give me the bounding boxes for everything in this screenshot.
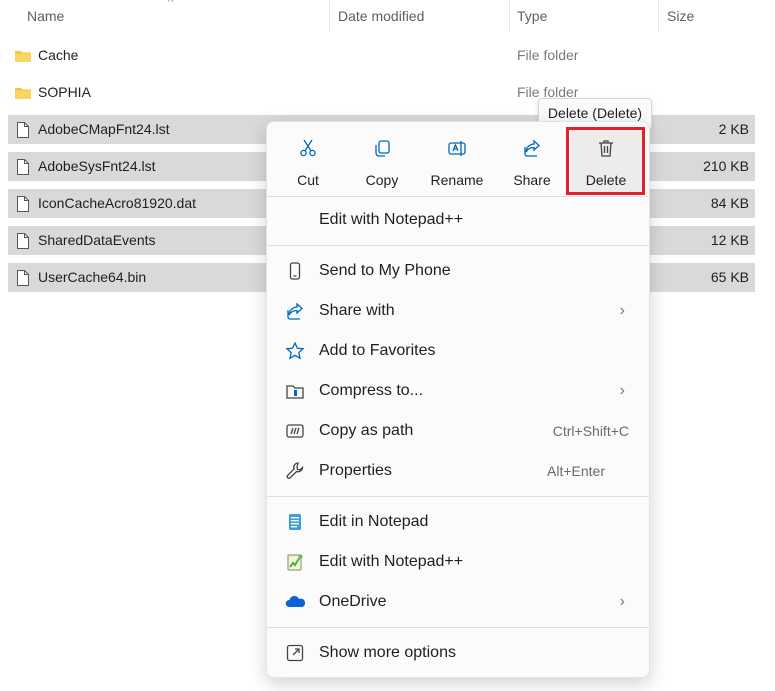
menu-item-share-with[interactable]: Share with › <box>273 292 643 330</box>
menu-item-send-to-phone[interactable]: Send to My Phone <box>273 252 643 290</box>
file-type: File folder <box>517 47 579 63</box>
menu-item-compress[interactable]: Compress to... › <box>273 372 643 410</box>
file-name: AdobeCMapFnt24.lst <box>38 121 170 137</box>
file-size: 2 KB <box>718 121 749 137</box>
delete-button[interactable]: Delete <box>570 128 642 194</box>
share-with-icon <box>287 302 303 320</box>
file-icon <box>14 232 32 250</box>
file-row[interactable]: Cache File folder <box>8 41 755 70</box>
column-divider[interactable] <box>658 0 659 32</box>
folder-icon <box>14 84 32 102</box>
copy-path-icon <box>286 424 304 438</box>
file-size: 210 KB <box>703 158 749 174</box>
menu-item-copy-as-path[interactable]: Copy as path Ctrl+Shift+C <box>273 412 643 450</box>
menu-item-label: Edit in Notepad <box>319 513 429 530</box>
chevron-right-icon: › <box>619 302 625 319</box>
menu-item-onedrive[interactable]: OneDrive › <box>273 583 643 621</box>
menu-item-shortcut: Alt+Enter <box>547 463 605 479</box>
file-name: Cache <box>38 47 79 63</box>
menu-item-edit-notepad[interactable]: Edit in Notepad <box>273 503 643 541</box>
share-button[interactable]: Share <box>496 128 568 194</box>
menu-item-label: Edit with Notepad++ <box>319 553 464 570</box>
menu-item-shortcut: Ctrl+Shift+C <box>552 423 629 439</box>
column-divider[interactable] <box>509 0 510 32</box>
menu-item-label: Show more options <box>319 644 456 661</box>
menu-item-edit-notepadpp[interactable]: Edit with Notepad++ <box>273 543 643 581</box>
menu-item-label: Send to My Phone <box>319 262 451 279</box>
menu-item-edit-notepadpp-top[interactable]: Edit with Notepad++ <box>273 201 643 239</box>
chevron-right-icon: › <box>619 382 625 399</box>
menu-item-label: OneDrive <box>319 593 387 610</box>
wrench-icon <box>286 462 304 479</box>
star-icon <box>285 341 305 360</box>
folder-icon <box>14 47 32 65</box>
menu-item-show-more-options[interactable]: Show more options <box>273 634 643 672</box>
context-menu: Cut Copy Rename Share Delete Edit with N… <box>266 121 650 678</box>
menu-item-label: Add to Favorites <box>319 342 436 359</box>
onedrive-icon <box>285 595 305 607</box>
file-name: UserCache64.bin <box>38 269 147 285</box>
copy-label: Copy <box>365 172 399 188</box>
compress-icon <box>286 385 304 399</box>
copy-button[interactable]: Copy <box>346 128 418 194</box>
column-name[interactable]: Name <box>27 0 64 32</box>
menu-divider <box>267 496 649 497</box>
file-size: 12 KB <box>710 232 749 248</box>
trash-icon <box>599 140 613 157</box>
file-icon <box>14 269 32 287</box>
menu-divider <box>267 245 649 246</box>
copy-icon <box>375 140 390 157</box>
notepad-icon <box>289 514 301 530</box>
notepadpp-icon <box>287 554 303 571</box>
file-name: IconCacheAcro81920.dat <box>38 195 196 211</box>
menu-item-properties[interactable]: Properties Alt+Enter <box>273 452 643 490</box>
cut-button[interactable]: Cut <box>272 128 344 194</box>
delete-label: Delete <box>585 172 627 188</box>
menu-item-label: Share with <box>319 302 395 319</box>
share-label: Share <box>513 172 551 188</box>
menu-item-label: Copy as path <box>319 422 414 439</box>
menu-divider <box>267 196 649 197</box>
chevron-right-icon: › <box>619 593 625 610</box>
column-type[interactable]: Type <box>517 0 547 32</box>
file-icon <box>14 195 32 213</box>
file-icon <box>14 158 32 176</box>
column-divider[interactable] <box>329 0 330 32</box>
file-icon <box>14 121 32 139</box>
cut-icon <box>300 139 316 157</box>
sort-indicator-icon[interactable]: ^ <box>168 0 173 8</box>
file-name: AdobeSysFnt24.lst <box>38 158 156 174</box>
rename-button[interactable]: Rename <box>421 128 493 194</box>
menu-item-label: Edit with Notepad++ <box>319 211 464 228</box>
rename-icon <box>448 141 466 156</box>
column-size[interactable]: Size <box>667 0 694 32</box>
column-date-modified[interactable]: Date modified <box>338 0 424 32</box>
menu-item-label: Compress to... <box>319 382 424 399</box>
more-options-icon <box>286 644 304 662</box>
file-size: 65 KB <box>710 269 749 285</box>
rename-label: Rename <box>430 172 484 188</box>
file-name: SharedDataEvents <box>38 232 156 248</box>
menu-divider <box>267 627 649 628</box>
file-name: SOPHIA <box>38 84 91 100</box>
menu-item-label: Properties <box>319 462 392 479</box>
cut-label: Cut <box>297 172 319 188</box>
menu-item-add-favorites[interactable]: Add to Favorites <box>273 332 643 370</box>
file-size: 84 KB <box>710 195 749 211</box>
phone-icon <box>289 262 301 280</box>
column-header: ^ Name Date modified Type Size <box>0 0 775 32</box>
share-icon <box>524 139 540 157</box>
